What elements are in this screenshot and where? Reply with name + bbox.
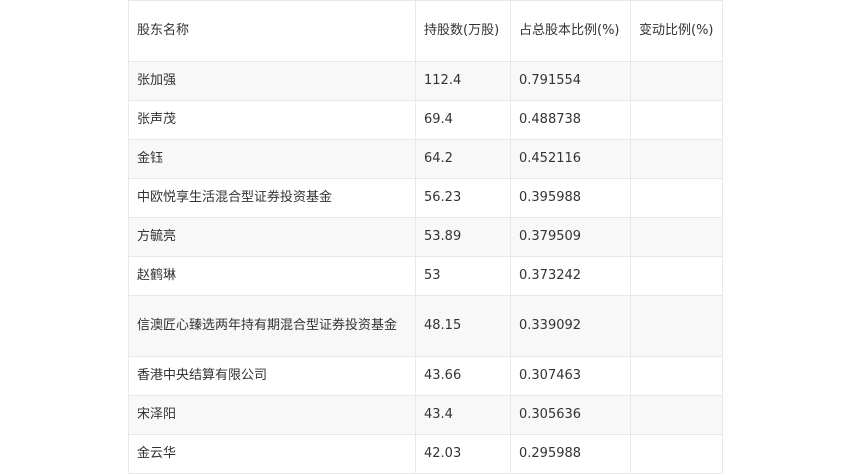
holder-name: 金钰: [128, 139, 416, 179]
holder-shares: 53: [415, 256, 511, 296]
holder-name: 信澳匠心臻选两年持有期混合型证券投资基金: [128, 295, 416, 357]
holder-change: [630, 139, 723, 179]
holder-ratio: 0.791554: [510, 61, 631, 101]
holder-name: 张加强: [128, 61, 416, 101]
holder-shares: 69.4: [415, 100, 511, 140]
table-row: 香港中央结算有限公司 43.66 0.307463: [128, 356, 723, 396]
holder-change: [630, 217, 723, 257]
table-row: 金钰 64.2 0.452116: [128, 139, 723, 179]
holder-shares: 48.15: [415, 295, 511, 357]
holder-shares: 42.03: [415, 434, 511, 474]
holder-name: 香港中央结算有限公司: [128, 356, 416, 396]
holder-change: [630, 61, 723, 101]
table-row: 张声茂 69.4 0.488738: [128, 100, 723, 140]
holder-change: [630, 434, 723, 474]
holder-change: [630, 356, 723, 396]
holder-name: 方毓亮: [128, 217, 416, 257]
header-change: 变动比例(%): [630, 0, 723, 62]
holder-shares: 64.2: [415, 139, 511, 179]
table-header-row: 股东名称 持股数(万股) 占总股本比例(%) 变动比例(%): [128, 0, 723, 62]
holder-ratio: 0.307463: [510, 356, 631, 396]
holder-shares: 43.66: [415, 356, 511, 396]
holder-shares: 53.89: [415, 217, 511, 257]
table-row: 金云华 42.03 0.295988: [128, 434, 723, 474]
table-row: 方毓亮 53.89 0.379509: [128, 217, 723, 257]
header-shares: 持股数(万股): [415, 0, 511, 62]
holder-shares: 56.23: [415, 178, 511, 218]
holder-change: [630, 395, 723, 435]
table-row: 宋泽阳 43.4 0.305636: [128, 395, 723, 435]
holder-change: [630, 295, 723, 357]
holder-ratio: 0.339092: [510, 295, 631, 357]
holder-ratio: 0.379509: [510, 217, 631, 257]
header-holder-name: 股东名称: [128, 0, 416, 62]
holder-ratio: 0.305636: [510, 395, 631, 435]
holder-change: [630, 256, 723, 296]
shareholders-table: 股东名称 持股数(万股) 占总股本比例(%) 变动比例(%) 张加强 112.4…: [128, 0, 723, 474]
holder-change: [630, 178, 723, 218]
holder-ratio: 0.295988: [510, 434, 631, 474]
table-row: 信澳匠心臻选两年持有期混合型证券投资基金 48.15 0.339092: [128, 295, 723, 357]
holder-name: 宋泽阳: [128, 395, 416, 435]
holder-name: 金云华: [128, 434, 416, 474]
holder-ratio: 0.452116: [510, 139, 631, 179]
holder-name: 中欧悦享生活混合型证券投资基金: [128, 178, 416, 218]
holder-ratio: 0.395988: [510, 178, 631, 218]
holder-shares: 43.4: [415, 395, 511, 435]
holder-name: 赵鹤琳: [128, 256, 416, 296]
holder-name: 张声茂: [128, 100, 416, 140]
holder-ratio: 0.373242: [510, 256, 631, 296]
holder-shares: 112.4: [415, 61, 511, 101]
header-ratio: 占总股本比例(%): [510, 0, 631, 62]
table-row: 张加强 112.4 0.791554: [128, 61, 723, 101]
holder-ratio: 0.488738: [510, 100, 631, 140]
table-row: 中欧悦享生活混合型证券投资基金 56.23 0.395988: [128, 178, 723, 218]
holder-change: [630, 100, 723, 140]
table-row: 赵鹤琳 53 0.373242: [128, 256, 723, 296]
